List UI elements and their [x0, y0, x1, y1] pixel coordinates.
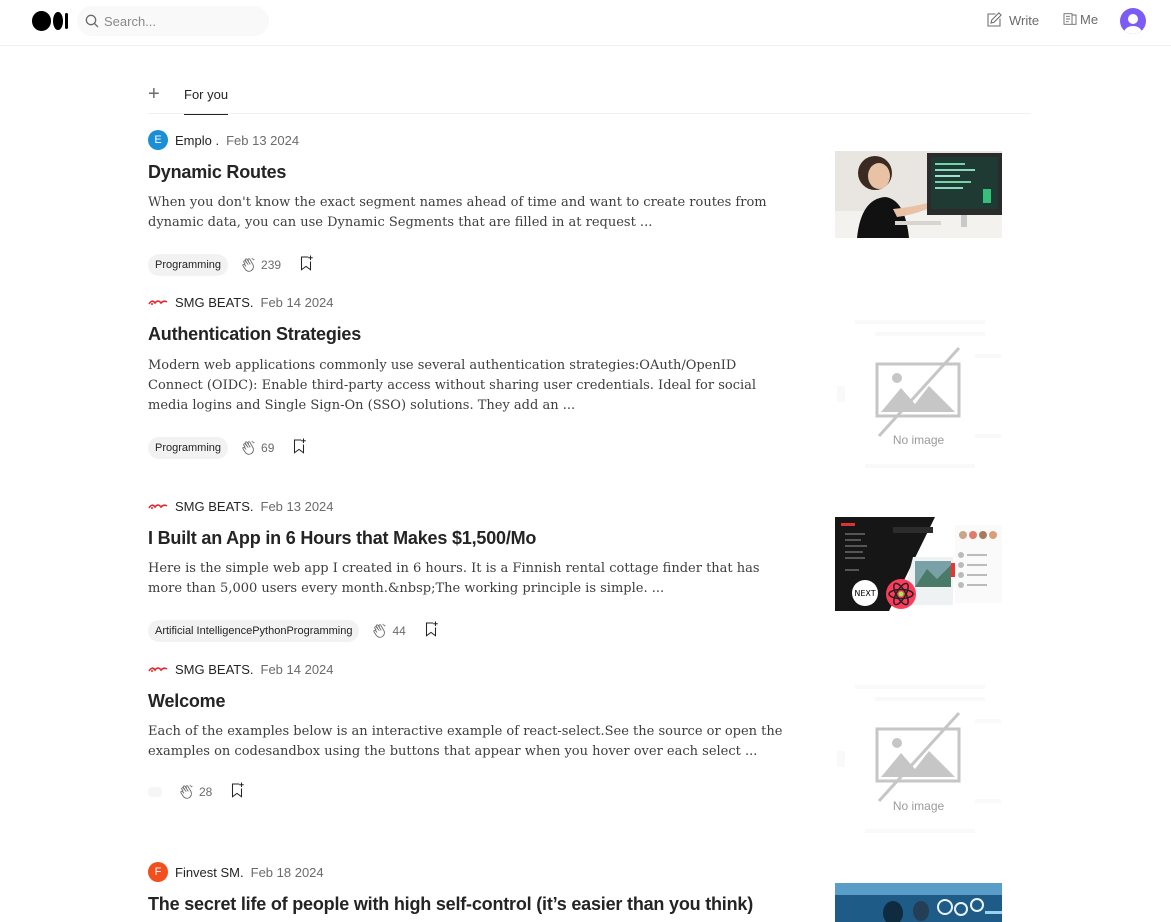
bookmark-add-icon	[425, 621, 438, 637]
clap-count: 44	[392, 624, 406, 638]
topic-tag[interactable]: Programming	[148, 437, 229, 459]
author-row: SMG BEATS. Feb 13 2024	[148, 496, 334, 516]
clap-button[interactable]: 239	[240, 256, 281, 274]
no-image-label: No image	[892, 433, 945, 447]
feed-tabs: + For you	[148, 80, 1031, 115]
publish-date: Feb 14 2024	[260, 661, 334, 677]
svg-text:NEXT: NEXT	[854, 589, 875, 598]
author-name[interactable]: SMG BEATS.	[175, 499, 254, 514]
author-name[interactable]: SMG BEATS.	[175, 662, 254, 677]
article-card: SMG BEATS. Feb 14 2024 Welcome Each of t…	[148, 659, 1008, 834]
write-button[interactable]: Write	[985, 11, 1039, 29]
author-avatar[interactable]	[148, 292, 168, 312]
save-button[interactable]	[297, 254, 315, 277]
clap-button[interactable]: 28	[178, 783, 212, 801]
article-thumbnail-nextjs-react-app[interactable]: NEXT	[835, 517, 1002, 611]
top-bar: Write Me	[0, 0, 1171, 46]
search-icon	[85, 14, 99, 28]
add-topic-button[interactable]: +	[148, 84, 160, 104]
save-button[interactable]	[422, 620, 440, 643]
clap-count: 239	[261, 258, 282, 272]
article-card: E Emplo . Feb 13 2024 Dynamic Routes Whe…	[148, 130, 1008, 280]
save-button[interactable]	[228, 781, 246, 804]
bookmark-add-icon	[232, 782, 245, 798]
author-name[interactable]: Finvest SM.	[175, 865, 244, 880]
publish-date: Feb 13 2024	[226, 132, 300, 148]
author-name[interactable]: Emplo .	[175, 133, 219, 148]
article-meta: Artificial IntelligencePythonProgramming…	[148, 619, 440, 643]
topic-tag-empty	[148, 787, 162, 797]
author-row: SMG BEATS. Feb 14 2024	[148, 292, 334, 312]
publish-date: Feb 18 2024	[250, 864, 324, 880]
author-avatar[interactable]: F	[148, 862, 168, 882]
author-row: F Finvest SM. Feb 18 2024	[148, 862, 324, 882]
article-meta: Programming 69	[148, 436, 308, 460]
clap-icon	[373, 623, 387, 638]
clap-count: 28	[199, 785, 213, 799]
no-image-placeholder: No image	[835, 679, 1002, 839]
article-excerpt[interactable]: Each of the examples below is an interac…	[148, 722, 793, 762]
medium-logo[interactable]	[32, 10, 68, 32]
author-avatar[interactable]	[148, 496, 168, 516]
clap-button[interactable]: 44	[371, 622, 406, 640]
article-title[interactable]: Welcome	[148, 691, 226, 712]
author-row: SMG BEATS. Feb 14 2024	[148, 659, 334, 679]
user-avatar[interactable]	[1120, 8, 1146, 34]
article-excerpt[interactable]: When you don't know the exact segment na…	[148, 193, 793, 233]
bookmark-add-icon	[301, 255, 313, 271]
article-excerpt[interactable]: Modern web applications commonly use sev…	[148, 356, 793, 416]
article-card: SMG BEATS. Feb 13 2024 I Built an App in…	[148, 496, 1008, 646]
article-thumbnail-woman-at-computer[interactable]	[835, 151, 1002, 238]
clap-icon	[180, 784, 193, 799]
write-icon	[987, 12, 1002, 27]
clap-icon	[242, 257, 255, 272]
article-title[interactable]: Authentication Strategies	[148, 324, 361, 345]
write-label: Write	[1009, 12, 1040, 28]
search-box[interactable]	[77, 6, 269, 36]
no-image-label: No image	[892, 799, 945, 813]
no-image-placeholder: No image	[835, 314, 1002, 474]
publish-date: Feb 13 2024	[260, 498, 334, 514]
search-input[interactable]	[104, 13, 264, 29]
publish-date: Feb 14 2024	[260, 294, 334, 310]
tab-for-you[interactable]: For you	[184, 87, 229, 115]
article-title[interactable]: I Built an App in 6 Hours that Makes $1,…	[148, 528, 536, 549]
bookmark-add-icon	[294, 438, 307, 454]
topic-tag[interactable]: Programming	[148, 254, 229, 276]
article-card: F Finvest SM. Feb 18 2024 The secret lif…	[148, 862, 1008, 922]
article-excerpt[interactable]: Here is the simple web app I created in …	[148, 559, 793, 599]
article-meta: 28	[148, 780, 246, 804]
article-thumbnail-people-tech[interactable]	[835, 883, 1002, 922]
me-button[interactable]: Me	[1062, 11, 1098, 27]
article-card: SMG BEATS. Feb 14 2024 Authentication St…	[148, 292, 1008, 468]
article-title[interactable]: Dynamic Routes	[148, 162, 286, 183]
clap-count: 69	[261, 441, 275, 455]
me-label: Me	[1080, 11, 1099, 27]
save-button[interactable]	[290, 437, 308, 460]
clap-icon	[242, 440, 255, 455]
author-name[interactable]: SMG BEATS.	[175, 295, 254, 310]
clap-button[interactable]: 69	[240, 439, 274, 457]
reading-list-icon	[1063, 13, 1077, 25]
author-row: E Emplo . Feb 13 2024	[148, 130, 299, 150]
topic-tag[interactable]: Artificial IntelligencePythonProgramming	[148, 620, 360, 642]
article-meta: Programming 239	[148, 253, 315, 277]
author-avatar[interactable]: E	[148, 130, 168, 150]
article-title[interactable]: The secret life of people with high self…	[148, 894, 753, 915]
author-avatar[interactable]	[148, 659, 168, 679]
